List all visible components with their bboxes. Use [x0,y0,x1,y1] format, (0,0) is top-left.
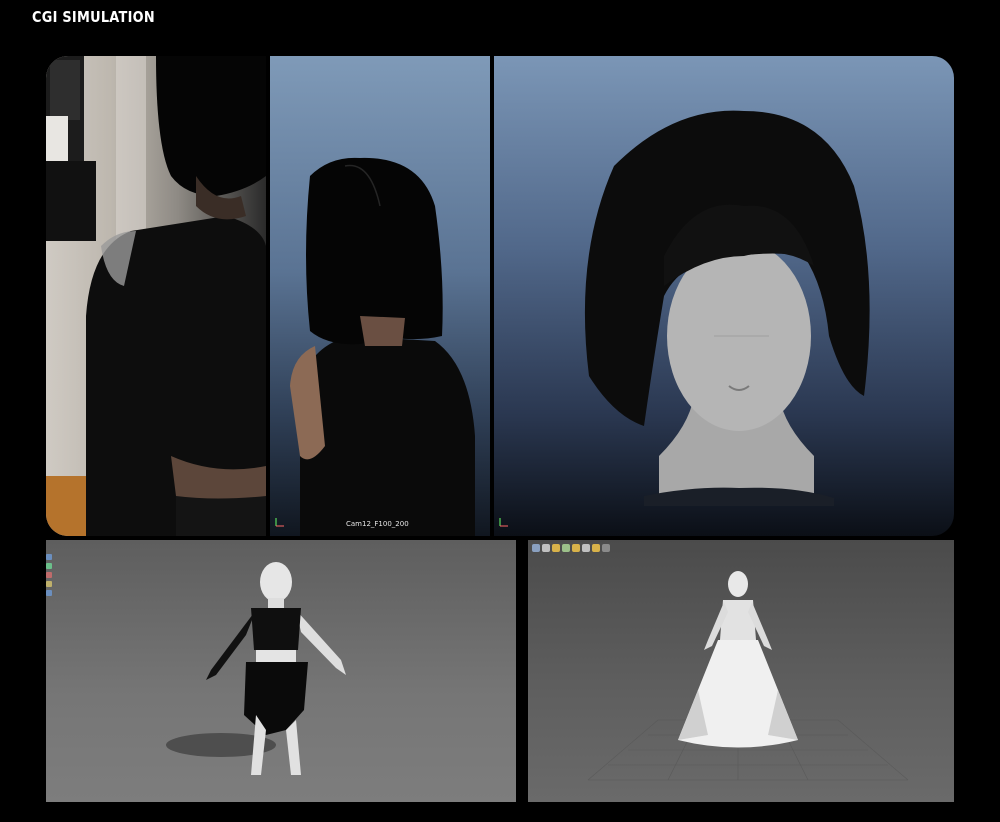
tool-icon[interactable] [46,572,52,578]
head-render-image [584,110,870,506]
back-view-render-image [290,157,475,536]
dress-model-image [587,571,909,781]
viewport-side-toolbar [46,554,52,596]
page-title: CGI SIMULATION [32,8,155,26]
outfit-model-image [166,562,346,775]
shelf-icon-1[interactable] [532,544,540,552]
axis-gizmo-icon [499,518,508,527]
shelf-icon-8[interactable] [602,544,610,552]
tool-icon[interactable] [46,581,52,587]
viewport-outfit-sim[interactable] [46,540,516,802]
shelf-icon-7[interactable] [592,544,600,552]
shelf-icon-2[interactable] [542,544,550,552]
render-gallery: Cam12_F100_200 [46,56,954,536]
shelf-icon-4[interactable] [562,544,570,552]
cafe-render-image [46,56,266,536]
shelf-icon-5[interactable] [572,544,580,552]
render-panel-head [494,56,954,536]
viewport-dress-sim[interactable] [528,540,954,802]
tool-icon[interactable] [46,563,52,569]
shelf-icon-3[interactable] [552,544,560,552]
render-panel-cafe [46,56,266,536]
tool-icon[interactable] [46,590,52,596]
camera-label: Cam12_F100_200 [346,520,409,528]
shelf-icon-6[interactable] [582,544,590,552]
viewport-toolbar [532,544,610,552]
render-panel-back-view: Cam12_F100_200 [270,56,490,536]
axis-gizmo-icon [275,518,284,527]
tool-icon[interactable] [46,554,52,560]
